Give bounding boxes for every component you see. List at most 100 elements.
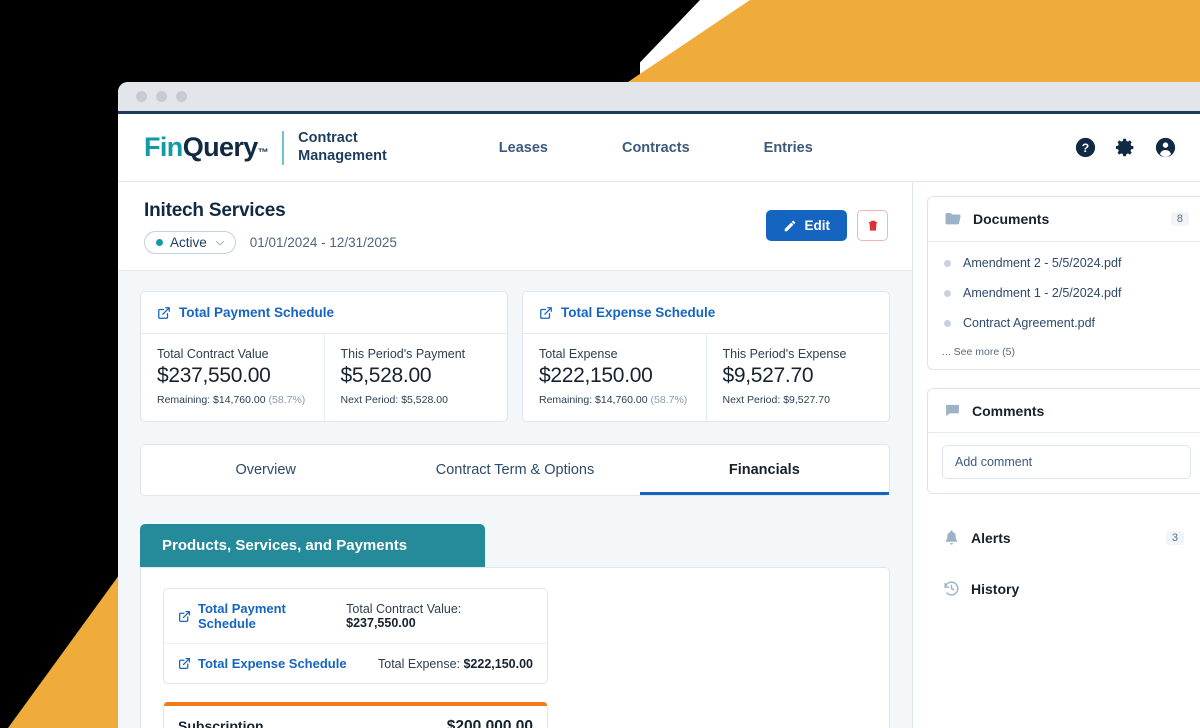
logo-trademark: ™	[257, 147, 269, 159]
metric-sub-prefix: Remaining: $14,760.00	[157, 394, 266, 406]
contract-actions: Edit	[765, 200, 888, 241]
total-expense-metric: Total Expense $222,150.00 Remaining: $14…	[523, 334, 706, 421]
comment-bubble-icon	[944, 402, 961, 419]
document-name: Amendment 2 - 5/5/2024.pdf	[963, 256, 1122, 270]
window-titlebar	[118, 82, 1200, 114]
subscription-right: $200,000.00 $50,000.00 remaining	[427, 718, 533, 728]
metric-value: $5,528.00	[340, 364, 432, 387]
subscription-left: Subscription Partially Expensed	[178, 718, 297, 728]
trash-icon	[866, 219, 880, 233]
main-content-column: Initech Services Active 01/01/2024 - 12/…	[118, 182, 913, 728]
nav-item-entries[interactable]: Entries	[764, 140, 813, 156]
list-item[interactable]: Contract Agreement.pdf	[928, 308, 1200, 338]
total-expense-schedule-link[interactable]: Total Expense Schedule	[523, 292, 889, 334]
folder-icon	[944, 210, 962, 228]
summary-cards-row: Total Payment Schedule Total Contract Va…	[118, 271, 912, 422]
edit-button[interactable]: Edit	[765, 210, 847, 241]
window-maximize-dot[interactable]	[176, 91, 187, 102]
add-comment-input[interactable]	[942, 445, 1191, 479]
products-section-body: Total Payment Schedule Total Contract Va…	[140, 567, 890, 728]
row-value: Total Contract Value: $237,550.00	[346, 602, 533, 630]
total-contract-value-metric: Total Contract Value $237,550.00 Remaini…	[141, 334, 324, 421]
metric-sub-prefix: Remaining: $14,760.00	[539, 394, 648, 406]
comments-panel-header[interactable]: Comments	[928, 389, 1200, 433]
contract-title-block: Initech Services Active 01/01/2024 - 12/…	[118, 182, 912, 271]
metric-subtext: Next Period: $9,527.70	[722, 394, 830, 406]
see-more-documents-link[interactable]: ... See more (5)	[928, 340, 1200, 369]
inner-total-payment-schedule-link[interactable]: Total Payment Schedule	[178, 601, 346, 631]
main-navigation: Leases Contracts Entries	[499, 140, 813, 156]
this-period-expense-metric: This Period's Expense $9,527.70 Next Per…	[705, 334, 890, 421]
page-title: Initech Services	[144, 200, 286, 221]
product-name: Contract Management	[298, 130, 387, 164]
window-minimize-dot[interactable]	[156, 91, 167, 102]
documents-list: Amendment 2 - 5/5/2024.pdf Amendment 1 -…	[928, 242, 1200, 340]
header-icon-group: ?	[1075, 137, 1176, 158]
delete-button[interactable]	[857, 210, 888, 241]
external-link-icon	[178, 610, 191, 623]
products-section-header: Products, Services, and Payments	[140, 524, 485, 567]
logo-query-text: Query	[182, 132, 259, 162]
alerts-panel[interactable]: Alerts 3	[927, 512, 1200, 563]
list-item[interactable]: Amendment 1 - 2/5/2024.pdf	[928, 278, 1200, 308]
schedule-links-card: Total Payment Schedule Total Contract Va…	[163, 588, 548, 684]
window-close-dot[interactable]	[136, 91, 147, 102]
nav-item-contracts[interactable]: Contracts	[622, 140, 690, 156]
subscription-summary: Subscription Partially Expensed $200,000…	[164, 706, 547, 728]
metric-sub-percent: (58.7%)	[268, 394, 306, 406]
bullet-icon	[944, 289, 951, 297]
row-value-amount: $222,150.00	[463, 656, 533, 671]
browser-window: FinQuery™ Contract Management Leases Con…	[118, 82, 1200, 728]
contract-date-range: 01/01/2024 - 12/31/2025	[249, 235, 397, 250]
contract-title-left: Initech Services Active 01/01/2024 - 12/…	[144, 200, 766, 254]
page-body: Initech Services Active 01/01/2024 - 12/…	[118, 182, 1200, 728]
edit-button-label: Edit	[804, 218, 831, 233]
products-services-payments-section: Products, Services, and Payments Total P…	[140, 524, 890, 728]
bell-icon	[943, 529, 960, 546]
history-clock-icon	[943, 580, 960, 597]
tab-contract-term-options[interactable]: Contract Term & Options	[390, 445, 639, 495]
bullet-icon	[944, 319, 951, 327]
alerts-count-badge: 3	[1165, 530, 1184, 545]
metric-value: $237,550.00	[157, 364, 271, 387]
documents-panel-title: Documents	[973, 211, 1050, 227]
history-title: History	[971, 580, 1020, 597]
history-panel[interactable]: History	[927, 563, 1200, 614]
document-name: Contract Agreement.pdf	[963, 316, 1096, 330]
row-value: Total Expense: $222,150.00	[378, 657, 533, 671]
alerts-title: Alerts	[971, 529, 1011, 546]
link-label: Total Expense Schedule	[198, 656, 347, 671]
contract-tabs: Overview Contract Term & Options Financi…	[140, 444, 890, 496]
nav-item-leases[interactable]: Leases	[499, 140, 548, 156]
brand-logo[interactable]: FinQuery™ Contract Management	[144, 130, 387, 165]
status-dropdown[interactable]: Active	[144, 231, 236, 254]
total-payment-schedule-link[interactable]: Total Payment Schedule	[141, 292, 507, 334]
svg-text:?: ?	[1082, 141, 1089, 155]
metric-subtext: Remaining: $14,760.00 (58.7%)	[539, 394, 690, 406]
help-icon[interactable]: ?	[1075, 137, 1096, 158]
metric-label: Total Contract Value	[157, 347, 269, 361]
table-row[interactable]: Total Payment Schedule Total Contract Va…	[164, 589, 547, 643]
subscription-name: Subscription	[178, 718, 264, 728]
metric-value: $222,150.00	[539, 364, 653, 387]
subscription-item-card[interactable]: Subscription Partially Expensed $200,000…	[163, 702, 548, 728]
documents-panel-header[interactable]: Documents 8	[928, 197, 1200, 242]
metric-label: This Period's Expense	[722, 347, 847, 361]
tab-financials[interactable]: Financials	[639, 445, 889, 495]
total-payment-schedule-card: Total Payment Schedule Total Contract Va…	[140, 291, 508, 422]
row-value-amount: $237,550.00	[346, 616, 416, 630]
right-sidebar: Documents 8 Amendment 2 - 5/5/2024.pdf A…	[913, 182, 1200, 728]
tab-overview[interactable]: Overview	[141, 445, 390, 495]
list-item[interactable]: Amendment 2 - 5/5/2024.pdf	[928, 248, 1200, 278]
external-link-icon	[157, 306, 171, 320]
gear-icon[interactable]	[1115, 137, 1136, 158]
table-row[interactable]: Total Expense Schedule Total Expense: $2…	[164, 643, 547, 683]
total-expense-schedule-card: Total Expense Schedule Total Expense $22…	[522, 291, 890, 422]
metric-value: $9,527.70	[722, 364, 814, 387]
metric-sub-percent: (58.7%)	[650, 394, 688, 406]
user-avatar-icon[interactable]	[1155, 137, 1176, 158]
logo-fin-text: Fin	[144, 132, 183, 162]
status-badge: Active	[170, 235, 207, 250]
add-comment-area	[928, 433, 1200, 493]
inner-total-expense-schedule-link[interactable]: Total Expense Schedule	[178, 656, 347, 671]
